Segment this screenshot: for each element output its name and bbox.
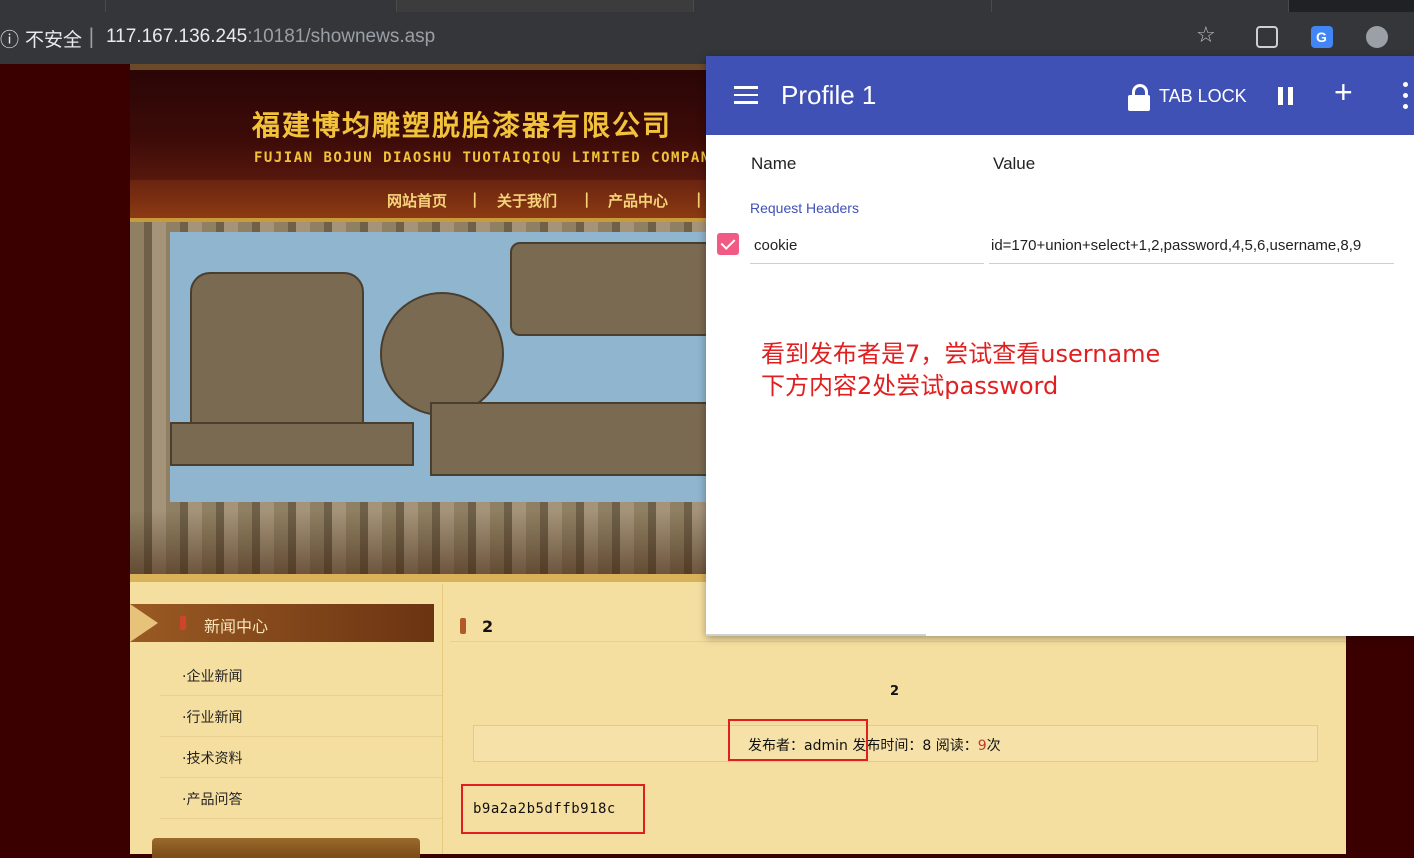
add-icon[interactable]: + bbox=[1334, 74, 1353, 111]
company-name-cn: 福建博均雕塑脱胎漆器有限公司 bbox=[252, 109, 673, 142]
annotation-line-1: 看到发布者是7，尝试查看username bbox=[761, 340, 1161, 368]
nav-separator: | bbox=[472, 190, 478, 208]
menu-icon[interactable] bbox=[734, 86, 758, 104]
annotation-line-2: 下方内容2处尝试password bbox=[761, 372, 1059, 400]
browser-tab[interactable] bbox=[106, 0, 397, 12]
sidebar-header: 新闻中心 bbox=[130, 604, 434, 642]
popup-toolbar: Profile 1 TAB LOCK + bbox=[706, 56, 1414, 135]
article-section-title: 2 bbox=[482, 617, 494, 636]
sidebar-item-company-news[interactable]: ·企业新闻 bbox=[182, 666, 242, 686]
address-separator: | bbox=[88, 24, 95, 48]
annotation-box-body bbox=[461, 784, 645, 834]
arrow-icon bbox=[130, 604, 158, 642]
divider bbox=[160, 695, 442, 696]
nav-home[interactable]: 网站首页 bbox=[387, 190, 447, 211]
browser-tab[interactable] bbox=[0, 0, 106, 12]
modheader-extension-icon[interactable] bbox=[1256, 26, 1278, 48]
star-icon[interactable]: ☆ bbox=[1196, 23, 1216, 48]
lock-icon[interactable] bbox=[1128, 84, 1150, 112]
column-header-value: Value bbox=[993, 154, 1036, 173]
browser-tab[interactable] bbox=[694, 0, 992, 12]
browser-tab-strip bbox=[0, 0, 1414, 12]
header-name-input[interactable]: cookie bbox=[754, 237, 984, 254]
browser-tab[interactable] bbox=[992, 0, 1289, 12]
relief-sculpture-image bbox=[170, 232, 730, 502]
divider bbox=[160, 736, 442, 737]
sidebar-item-product-qa[interactable]: ·产品问答 bbox=[182, 789, 242, 809]
divider bbox=[160, 818, 442, 819]
company-name-en: FUJIAN BOJUN DIAOSHU TUOTAIQIQU LIMITED … bbox=[254, 150, 721, 166]
nav-separator: | bbox=[584, 190, 590, 208]
header-enabled-checkbox[interactable] bbox=[717, 233, 739, 255]
sidebar-next-header bbox=[152, 838, 420, 858]
nav-separator: | bbox=[696, 190, 702, 208]
security-warning[interactable]: ⓘ 不安全 bbox=[0, 25, 82, 52]
sidebar: 新闻中心 ·企业新闻 ·行业新闻 ·技术资料 ·产品问答 bbox=[130, 584, 443, 858]
article-headline: 2 bbox=[890, 684, 900, 699]
nav-products[interactable]: 产品中心 bbox=[608, 190, 668, 211]
browser-tab-active[interactable] bbox=[397, 0, 694, 12]
nav-about[interactable]: 关于我们 bbox=[497, 190, 557, 211]
header-value-input[interactable]: id=170+union+select+1,2,password,4,5,6,u… bbox=[991, 237, 1387, 254]
popup-scroll-indicator bbox=[706, 634, 926, 636]
url-text[interactable]: 117.167.136.245:10181/shownews.asp bbox=[106, 26, 435, 48]
bullet-icon bbox=[180, 616, 186, 630]
relief-shape bbox=[170, 422, 414, 466]
relief-shape bbox=[380, 292, 504, 416]
tab-lock-button[interactable]: TAB LOCK bbox=[1159, 86, 1247, 107]
bullet-icon bbox=[460, 618, 466, 634]
annotation-box-publisher bbox=[728, 719, 868, 761]
divider bbox=[450, 641, 1346, 642]
pause-icon[interactable] bbox=[1278, 87, 1294, 105]
modheader-popup: Profile 1 TAB LOCK + Name Value Request … bbox=[706, 56, 1414, 636]
sidebar-item-tech-docs[interactable]: ·技术资料 bbox=[182, 748, 242, 768]
more-options-icon[interactable] bbox=[1403, 82, 1409, 112]
sidebar-title: 新闻中心 bbox=[204, 617, 269, 636]
google-translate-icon[interactable] bbox=[1311, 26, 1333, 48]
section-request-headers: Request Headers bbox=[750, 200, 859, 216]
input-underline bbox=[989, 263, 1394, 264]
column-header-name: Name bbox=[751, 154, 797, 173]
profile-title[interactable]: Profile 1 bbox=[781, 80, 876, 111]
input-underline bbox=[750, 263, 984, 264]
sidebar-item-industry-news[interactable]: ·行业新闻 bbox=[182, 707, 242, 727]
relief-shape bbox=[510, 242, 714, 336]
annotation-note: 看到发布者是7，尝试查看username 下方内容2处尝试password bbox=[761, 338, 1160, 402]
relief-shape bbox=[430, 402, 724, 476]
divider bbox=[160, 777, 442, 778]
cookie-extension-icon[interactable] bbox=[1366, 26, 1388, 48]
